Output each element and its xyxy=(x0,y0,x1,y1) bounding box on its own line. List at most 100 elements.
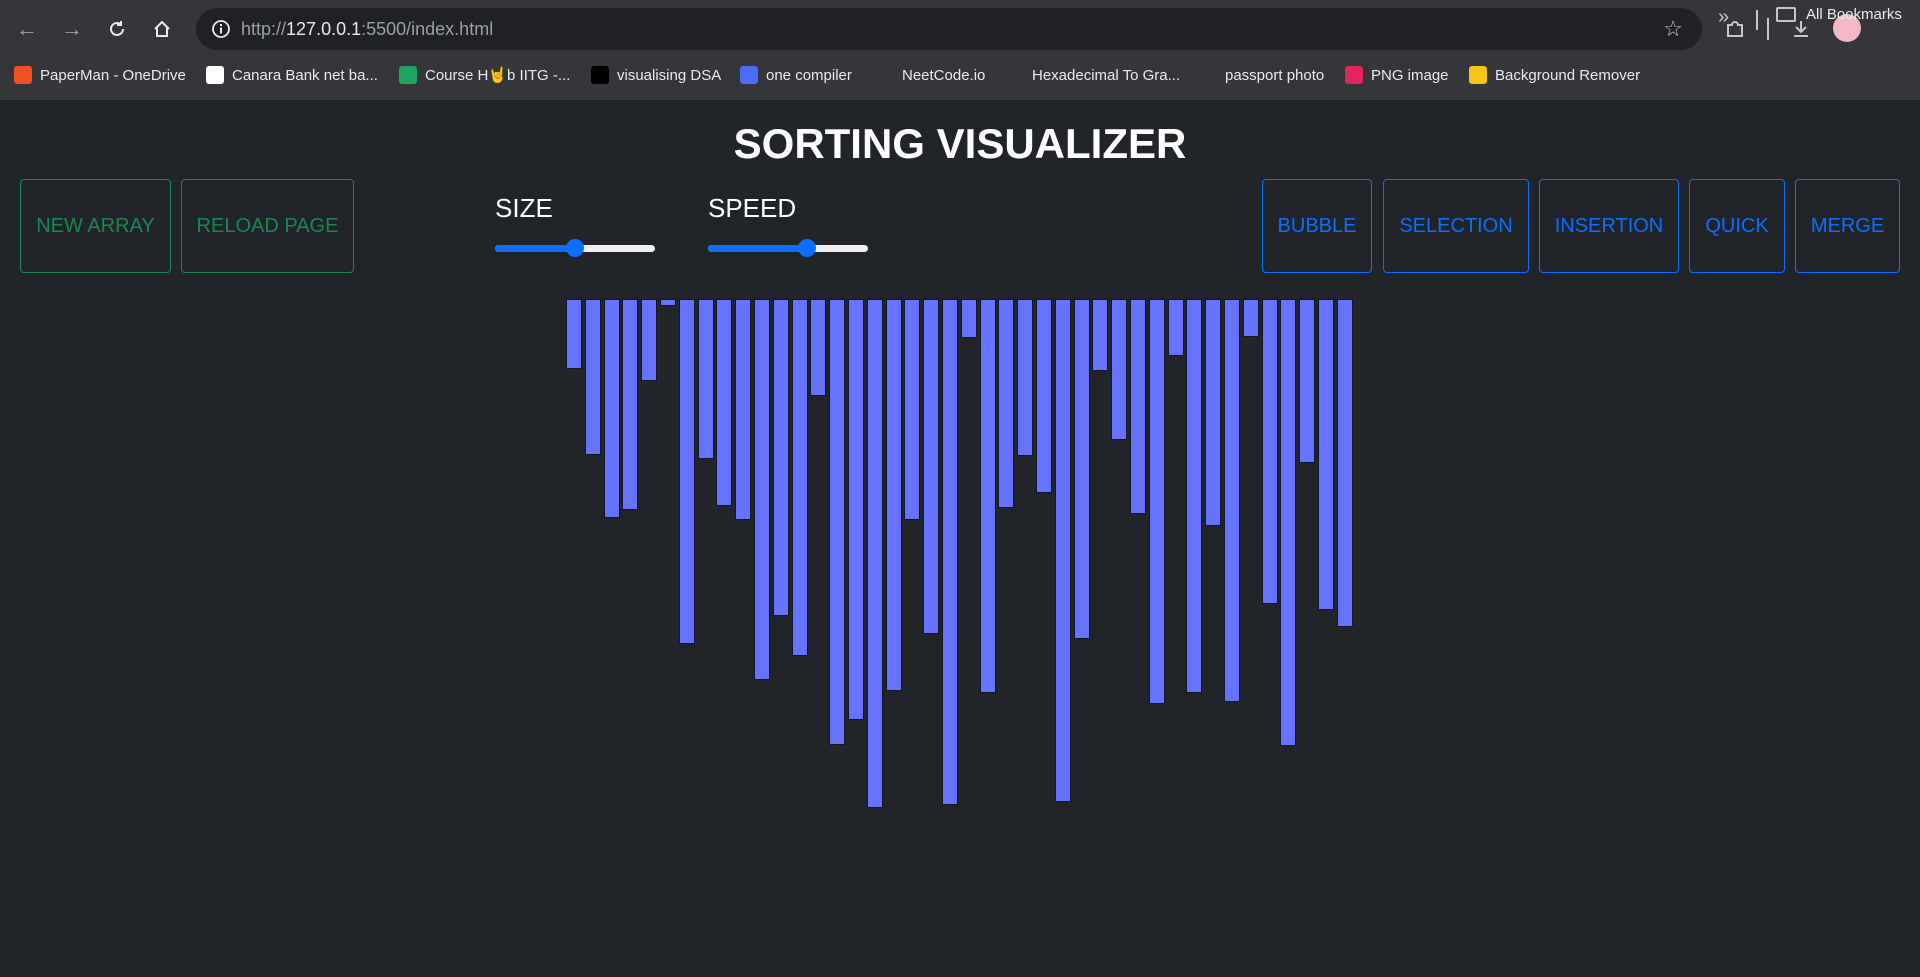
home-icon[interactable] xyxy=(145,12,179,46)
bookmark-item[interactable]: PNG image xyxy=(1345,64,1449,86)
url-host: 127.0.0.1 xyxy=(286,19,362,39)
array-bar xyxy=(904,299,920,520)
merge-sort-button[interactable]: MERGE xyxy=(1795,179,1900,273)
new-array-button[interactable]: NEW ARRAY xyxy=(20,179,171,273)
array-bar xyxy=(848,299,864,720)
array-bar xyxy=(1130,299,1146,514)
speed-slider[interactable] xyxy=(708,237,868,259)
array-bar xyxy=(604,299,620,518)
array-bar xyxy=(998,299,1014,508)
all-bookmarks-label: All Bookmarks xyxy=(1806,6,1902,23)
array-bar xyxy=(792,299,808,656)
bookmark-label: PaperMan - OneDrive xyxy=(40,66,186,84)
bookmark-label: Course H🤘b IITG -... xyxy=(425,67,571,84)
bookmark-item[interactable]: visualising DSA xyxy=(591,64,721,86)
folder-icon xyxy=(1776,7,1796,22)
array-bar xyxy=(886,299,902,691)
sorting-visualizer-page: SORTING VISUALIZER NEW ARRAY RELOAD PAGE… xyxy=(0,100,1920,977)
google-drive-icon xyxy=(399,66,417,84)
reload-icon[interactable] xyxy=(100,12,134,46)
back-icon[interactable]: ← xyxy=(10,12,44,46)
array-bar xyxy=(1168,299,1184,356)
bookmark-item[interactable]: Canara Bank net ba... xyxy=(206,64,378,86)
size-slider[interactable] xyxy=(495,237,655,259)
microsoft-icon xyxy=(14,66,32,84)
array-bar xyxy=(754,299,770,680)
array-bar xyxy=(980,299,996,693)
bookmark-star-icon[interactable]: ☆ xyxy=(1660,16,1686,42)
array-bar xyxy=(810,299,826,396)
array-bar xyxy=(585,299,601,455)
array-bar xyxy=(1205,299,1221,526)
array-bar xyxy=(867,299,883,808)
array-bar xyxy=(698,299,714,459)
array-bar xyxy=(1318,299,1334,610)
array-bar xyxy=(1111,299,1127,440)
array-bar xyxy=(1299,299,1315,463)
size-label: SIZE xyxy=(495,193,553,223)
bookmarks-bar: PaperMan - OneDrive Canara Bank net ba...… xyxy=(0,58,1920,92)
array-bar xyxy=(1017,299,1033,456)
bookmark-label: one compiler xyxy=(766,66,852,84)
array-bar xyxy=(1224,299,1240,702)
bubble-sort-button[interactable]: BUBBLE xyxy=(1262,179,1372,273)
bookmark-label: NeetCode.io xyxy=(902,66,986,84)
array-bar xyxy=(773,299,789,616)
size-slider-fill xyxy=(495,245,575,252)
atom-icon xyxy=(1006,66,1024,84)
insertion-sort-button[interactable]: INSERTION xyxy=(1539,179,1679,273)
array-bar xyxy=(622,299,638,510)
bookmark-item[interactable]: Background Remover xyxy=(1469,64,1640,86)
url-path: :5500/index.html xyxy=(361,19,494,39)
browser-toolbar: ← → http://127.0.0.1:5500/index.html ☆ xyxy=(0,0,1920,58)
bookmark-label: passport photo xyxy=(1225,66,1325,84)
url-text[interactable]: http://127.0.0.1:5500/index.html xyxy=(241,19,493,40)
code-icon xyxy=(740,66,758,84)
array-bar xyxy=(1280,299,1296,746)
bookmarks-divider xyxy=(1756,10,1758,30)
array-bar xyxy=(923,299,939,634)
selection-sort-button[interactable]: SELECTION xyxy=(1383,179,1529,273)
png-icon xyxy=(1345,66,1363,84)
quick-sort-button[interactable]: QUICK xyxy=(1689,179,1785,273)
canara-bank-icon xyxy=(206,66,224,84)
more-bookmarks-icon[interactable]: » xyxy=(1718,6,1729,29)
speed-slider-thumb[interactable] xyxy=(798,239,817,257)
bookmark-item[interactable]: NeetCode.io xyxy=(876,64,985,86)
array-bar xyxy=(1243,299,1259,337)
visualgo-icon xyxy=(591,66,609,84)
all-bookmarks[interactable]: All Bookmarks xyxy=(1776,6,1902,23)
address-bar[interactable]: http://127.0.0.1:5500/index.html ☆ xyxy=(196,8,1702,50)
bookmark-label: Background Remover xyxy=(1495,66,1641,84)
bookmark-label: Canara Bank net ba... xyxy=(232,66,378,84)
site-info-icon[interactable] xyxy=(208,16,234,42)
speed-label: SPEED xyxy=(708,193,797,223)
reload-page-button[interactable]: RELOAD PAGE xyxy=(181,179,354,273)
bookmark-item[interactable]: PaperMan - OneDrive xyxy=(14,64,186,86)
rocket-icon xyxy=(876,66,894,84)
array-bar xyxy=(1149,299,1165,704)
array-bar xyxy=(716,299,732,506)
forward-icon[interactable]: → xyxy=(55,12,89,46)
array-bar xyxy=(829,299,845,745)
array-bar xyxy=(961,299,977,338)
bookmark-label: Hexadecimal To Gra... xyxy=(1032,66,1181,84)
page-title: SORTING VISUALIZER xyxy=(733,120,1187,167)
browser-chrome: ← → http://127.0.0.1:5500/index.html ☆ P… xyxy=(0,0,1920,100)
array-bar xyxy=(1074,299,1090,639)
array-bars xyxy=(566,299,1354,939)
speed-slider-fill xyxy=(708,245,808,252)
bookmark-item[interactable]: one compiler xyxy=(740,64,852,86)
bookmark-item[interactable]: Course H🤘b IITG -... xyxy=(399,64,570,86)
array-bar xyxy=(1055,299,1071,802)
size-slider-thumb[interactable] xyxy=(566,239,584,257)
bookmark-item[interactable]: passport photo xyxy=(1199,64,1324,86)
array-bar xyxy=(1186,299,1202,693)
bookmark-item[interactable]: Hexadecimal To Gra... xyxy=(1006,64,1180,86)
url-scheme: http:// xyxy=(241,19,287,39)
array-bar xyxy=(1036,299,1052,493)
array-bar xyxy=(679,299,695,644)
bookmark-label: PNG image xyxy=(1371,66,1449,84)
array-bar xyxy=(735,299,751,520)
array-bar xyxy=(942,299,958,805)
